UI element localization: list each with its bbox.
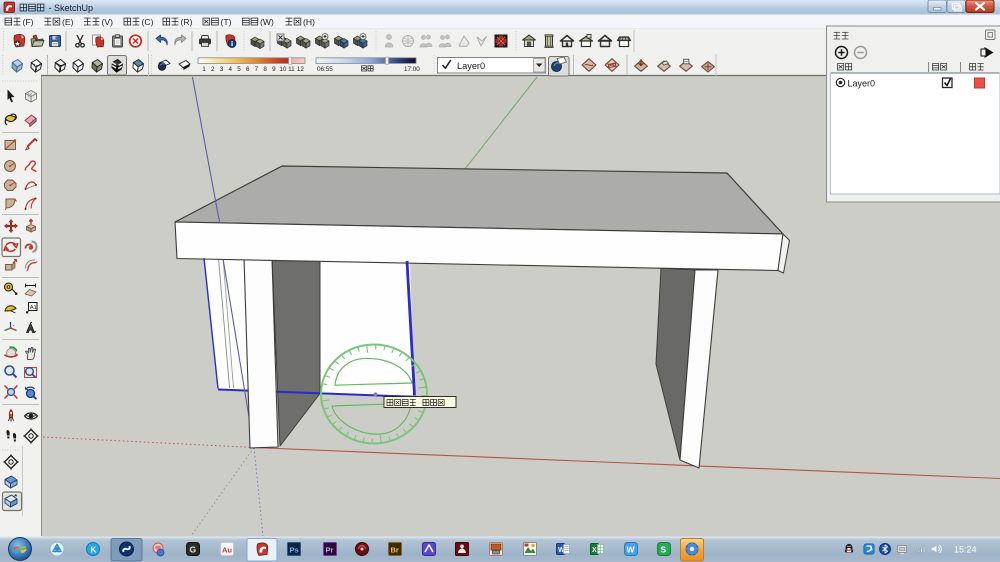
svg-text:5: 5 [237, 66, 241, 73]
svg-text:K: K [91, 546, 97, 555]
svg-text:11: 11 [288, 66, 295, 73]
svg-text:9: 9 [272, 66, 276, 73]
svg-text:(R): (R) [181, 17, 193, 27]
svg-text:7: 7 [255, 66, 259, 73]
svg-text:(C): (C) [142, 17, 154, 27]
svg-text:1: 1 [202, 66, 206, 73]
svg-text:6: 6 [246, 66, 250, 73]
svg-text:(H): (H) [303, 17, 315, 27]
svg-text:(T): (T) [221, 17, 232, 27]
svg-text:12: 12 [297, 66, 305, 73]
svg-text:(F): (F) [23, 17, 34, 27]
svg-text:G: G [190, 545, 197, 555]
svg-text:(V): (V) [102, 17, 114, 27]
svg-text:Layer0: Layer0 [457, 61, 485, 71]
svg-text:Ps: Ps [290, 546, 299, 555]
svg-text:8: 8 [263, 66, 267, 73]
svg-text:Au: Au [222, 546, 232, 555]
svg-text:10: 10 [279, 66, 287, 73]
svg-text:- SketchUp: - SketchUp [49, 3, 94, 13]
svg-text:3: 3 [220, 66, 224, 73]
svg-text:W: W [627, 545, 636, 555]
svg-text:4: 4 [228, 66, 232, 73]
svg-text:Br: Br [391, 546, 399, 555]
svg-text:S: S [661, 545, 667, 555]
svg-text:2: 2 [211, 66, 215, 73]
svg-text:A1: A1 [30, 305, 37, 311]
svg-text:Pr: Pr [326, 546, 334, 555]
svg-text:(E): (E) [62, 17, 74, 27]
svg-text:17:00: 17:00 [404, 66, 420, 73]
svg-text:06:55: 06:55 [317, 66, 333, 73]
svg-text:(W): (W) [260, 17, 274, 27]
svg-text:X: X [592, 547, 597, 554]
svg-text:15:24: 15:24 [954, 545, 977, 555]
svg-text:Layer0: Layer0 [848, 78, 876, 88]
